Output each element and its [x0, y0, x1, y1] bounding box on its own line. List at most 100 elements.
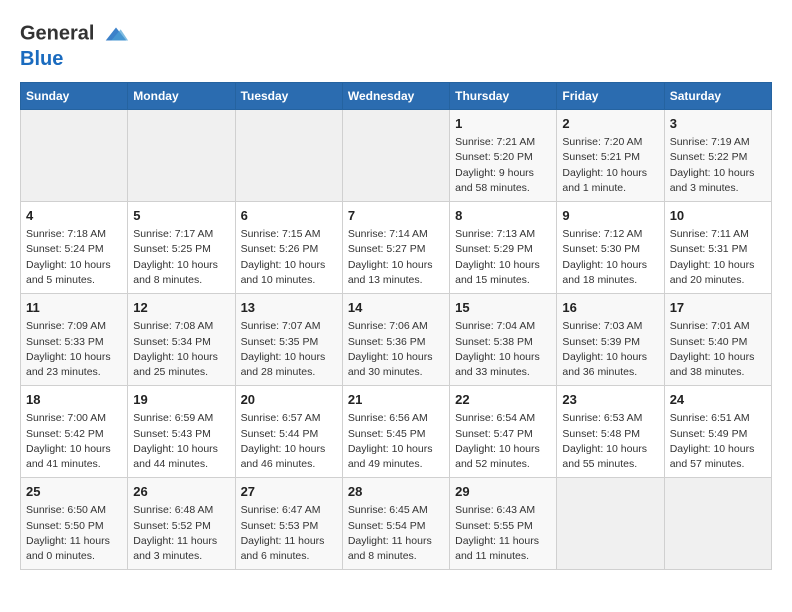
day-number: 2: [562, 115, 658, 133]
day-info: Sunrise: 6:57 AM Sunset: 5:44 PM Dayligh…: [241, 411, 337, 472]
col-header-saturday: Saturday: [664, 83, 771, 110]
day-info: Sunrise: 7:14 AM Sunset: 5:27 PM Dayligh…: [348, 227, 444, 288]
day-number: 23: [562, 391, 658, 409]
day-info: Sunrise: 7:04 AM Sunset: 5:38 PM Dayligh…: [455, 319, 551, 380]
logo: General Blue: [20, 20, 130, 70]
day-info: Sunrise: 7:20 AM Sunset: 5:21 PM Dayligh…: [562, 135, 658, 196]
col-header-wednesday: Wednesday: [342, 83, 449, 110]
day-number: 12: [133, 299, 229, 317]
calendar-cell: 9 Sunrise: 7:12 AM Sunset: 5:30 PM Daylig…: [557, 202, 664, 294]
day-number: 14: [348, 299, 444, 317]
day-number: 20: [241, 391, 337, 409]
day-number: 15: [455, 299, 551, 317]
day-number: 27: [241, 483, 337, 501]
day-number: 22: [455, 391, 551, 409]
calendar-cell: 20 Sunrise: 6:57 AM Sunset: 5:44 PM Dayli…: [235, 386, 342, 478]
calendar-cell: 1 Sunrise: 7:21 AM Sunset: 5:20 PM Daylig…: [450, 110, 557, 202]
day-info: Sunrise: 7:07 AM Sunset: 5:35 PM Dayligh…: [241, 319, 337, 380]
day-number: 3: [670, 115, 766, 133]
day-info: Sunrise: 7:06 AM Sunset: 5:36 PM Dayligh…: [348, 319, 444, 380]
calendar-cell: 16 Sunrise: 7:03 AM Sunset: 5:39 PM Dayli…: [557, 294, 664, 386]
calendar-week-row: 1 Sunrise: 7:21 AM Sunset: 5:20 PM Daylig…: [21, 110, 772, 202]
day-info: Sunrise: 6:48 AM Sunset: 5:52 PM Dayligh…: [133, 503, 229, 564]
calendar-cell: 29 Sunrise: 6:43 AM Sunset: 5:55 PM Dayli…: [450, 478, 557, 570]
day-info: Sunrise: 6:59 AM Sunset: 5:43 PM Dayligh…: [133, 411, 229, 472]
day-number: 25: [26, 483, 122, 501]
col-header-thursday: Thursday: [450, 83, 557, 110]
day-info: Sunrise: 7:09 AM Sunset: 5:33 PM Dayligh…: [26, 319, 122, 380]
calendar-cell: 11Sunrise: 7:09 AM Sunset: 5:33 PM Dayli…: [21, 294, 128, 386]
calendar-cell: 5 Sunrise: 7:17 AM Sunset: 5:25 PM Daylig…: [128, 202, 235, 294]
calendar-cell: 14 Sunrise: 7:06 AM Sunset: 5:36 PM Dayli…: [342, 294, 449, 386]
day-number: 16: [562, 299, 658, 317]
logo-blue: Blue: [20, 48, 63, 70]
calendar-cell: 6 Sunrise: 7:15 AM Sunset: 5:26 PM Daylig…: [235, 202, 342, 294]
day-number: 18: [26, 391, 122, 409]
calendar-cell: [235, 110, 342, 202]
calendar-cell: 28 Sunrise: 6:45 AM Sunset: 5:54 PM Dayli…: [342, 478, 449, 570]
calendar-cell: [557, 478, 664, 570]
day-number: 13: [241, 299, 337, 317]
day-info: Sunrise: 7:01 AM Sunset: 5:40 PM Dayligh…: [670, 319, 766, 380]
calendar-week-row: 18 Sunrise: 7:00 AM Sunset: 5:42 PM Dayli…: [21, 386, 772, 478]
day-number: 17: [670, 299, 766, 317]
day-info: Sunrise: 7:00 AM Sunset: 5:42 PM Dayligh…: [26, 411, 122, 472]
day-number: 28: [348, 483, 444, 501]
calendar-week-row: 25Sunrise: 6:50 AM Sunset: 5:50 PM Dayli…: [21, 478, 772, 570]
col-header-monday: Monday: [128, 83, 235, 110]
day-number: 1: [455, 115, 551, 133]
day-info: Sunrise: 6:53 AM Sunset: 5:48 PM Dayligh…: [562, 411, 658, 472]
day-number: 6: [241, 207, 337, 225]
day-info: Sunrise: 6:54 AM Sunset: 5:47 PM Dayligh…: [455, 411, 551, 472]
day-info: Sunrise: 7:08 AM Sunset: 5:34 PM Dayligh…: [133, 319, 229, 380]
calendar-cell: 26 Sunrise: 6:48 AM Sunset: 5:52 PM Dayli…: [128, 478, 235, 570]
day-info: Sunrise: 7:21 AM Sunset: 5:20 PM Dayligh…: [455, 135, 551, 196]
calendar-cell: 2 Sunrise: 7:20 AM Sunset: 5:21 PM Daylig…: [557, 110, 664, 202]
calendar-cell: 25Sunrise: 6:50 AM Sunset: 5:50 PM Dayli…: [21, 478, 128, 570]
day-info: Sunrise: 6:45 AM Sunset: 5:54 PM Dayligh…: [348, 503, 444, 564]
calendar-cell: [664, 478, 771, 570]
day-info: Sunrise: 7:12 AM Sunset: 5:30 PM Dayligh…: [562, 227, 658, 288]
calendar-cell: 17 Sunrise: 7:01 AM Sunset: 5:40 PM Dayli…: [664, 294, 771, 386]
day-number: 5: [133, 207, 229, 225]
day-number: 21: [348, 391, 444, 409]
day-number: 7: [348, 207, 444, 225]
calendar-cell: [21, 110, 128, 202]
day-number: 24: [670, 391, 766, 409]
day-info: Sunrise: 6:56 AM Sunset: 5:45 PM Dayligh…: [348, 411, 444, 472]
day-number: 8: [455, 207, 551, 225]
day-info: Sunrise: 7:19 AM Sunset: 5:22 PM Dayligh…: [670, 135, 766, 196]
day-info: Sunrise: 7:03 AM Sunset: 5:39 PM Dayligh…: [562, 319, 658, 380]
day-info: Sunrise: 6:43 AM Sunset: 5:55 PM Dayligh…: [455, 503, 551, 564]
logo-icon: [102, 20, 130, 48]
calendar-cell: 23 Sunrise: 6:53 AM Sunset: 5:48 PM Dayli…: [557, 386, 664, 478]
page-header: General Blue: [20, 16, 772, 70]
calendar-week-row: 4Sunrise: 7:18 AM Sunset: 5:24 PM Daylig…: [21, 202, 772, 294]
calendar-cell: 22 Sunrise: 6:54 AM Sunset: 5:47 PM Dayli…: [450, 386, 557, 478]
day-number: 10: [670, 207, 766, 225]
calendar-cell: 10 Sunrise: 7:11 AM Sunset: 5:31 PM Dayli…: [664, 202, 771, 294]
day-info: Sunrise: 7:15 AM Sunset: 5:26 PM Dayligh…: [241, 227, 337, 288]
day-number: 26: [133, 483, 229, 501]
col-header-sunday: Sunday: [21, 83, 128, 110]
calendar-cell: 4Sunrise: 7:18 AM Sunset: 5:24 PM Daylig…: [21, 202, 128, 294]
day-info: Sunrise: 6:47 AM Sunset: 5:53 PM Dayligh…: [241, 503, 337, 564]
day-info: Sunrise: 7:11 AM Sunset: 5:31 PM Dayligh…: [670, 227, 766, 288]
calendar-cell: 15 Sunrise: 7:04 AM Sunset: 5:38 PM Dayli…: [450, 294, 557, 386]
calendar-cell: [128, 110, 235, 202]
day-number: 19: [133, 391, 229, 409]
day-number: 9: [562, 207, 658, 225]
day-number: 29: [455, 483, 551, 501]
day-info: Sunrise: 7:17 AM Sunset: 5:25 PM Dayligh…: [133, 227, 229, 288]
calendar-week-row: 11Sunrise: 7:09 AM Sunset: 5:33 PM Dayli…: [21, 294, 772, 386]
col-header-tuesday: Tuesday: [235, 83, 342, 110]
calendar-cell: 12 Sunrise: 7:08 AM Sunset: 5:34 PM Dayli…: [128, 294, 235, 386]
calendar-cell: 24Sunrise: 6:51 AM Sunset: 5:49 PM Dayli…: [664, 386, 771, 478]
calendar-header-row: SundayMondayTuesdayWednesdayThursdayFrid…: [21, 83, 772, 110]
col-header-friday: Friday: [557, 83, 664, 110]
calendar-cell: 7 Sunrise: 7:14 AM Sunset: 5:27 PM Daylig…: [342, 202, 449, 294]
calendar-cell: 3 Sunrise: 7:19 AM Sunset: 5:22 PM Daylig…: [664, 110, 771, 202]
calendar-cell: 13 Sunrise: 7:07 AM Sunset: 5:35 PM Dayli…: [235, 294, 342, 386]
calendar-cell: 18 Sunrise: 7:00 AM Sunset: 5:42 PM Dayli…: [21, 386, 128, 478]
calendar-cell: 8Sunrise: 7:13 AM Sunset: 5:29 PM Daylig…: [450, 202, 557, 294]
